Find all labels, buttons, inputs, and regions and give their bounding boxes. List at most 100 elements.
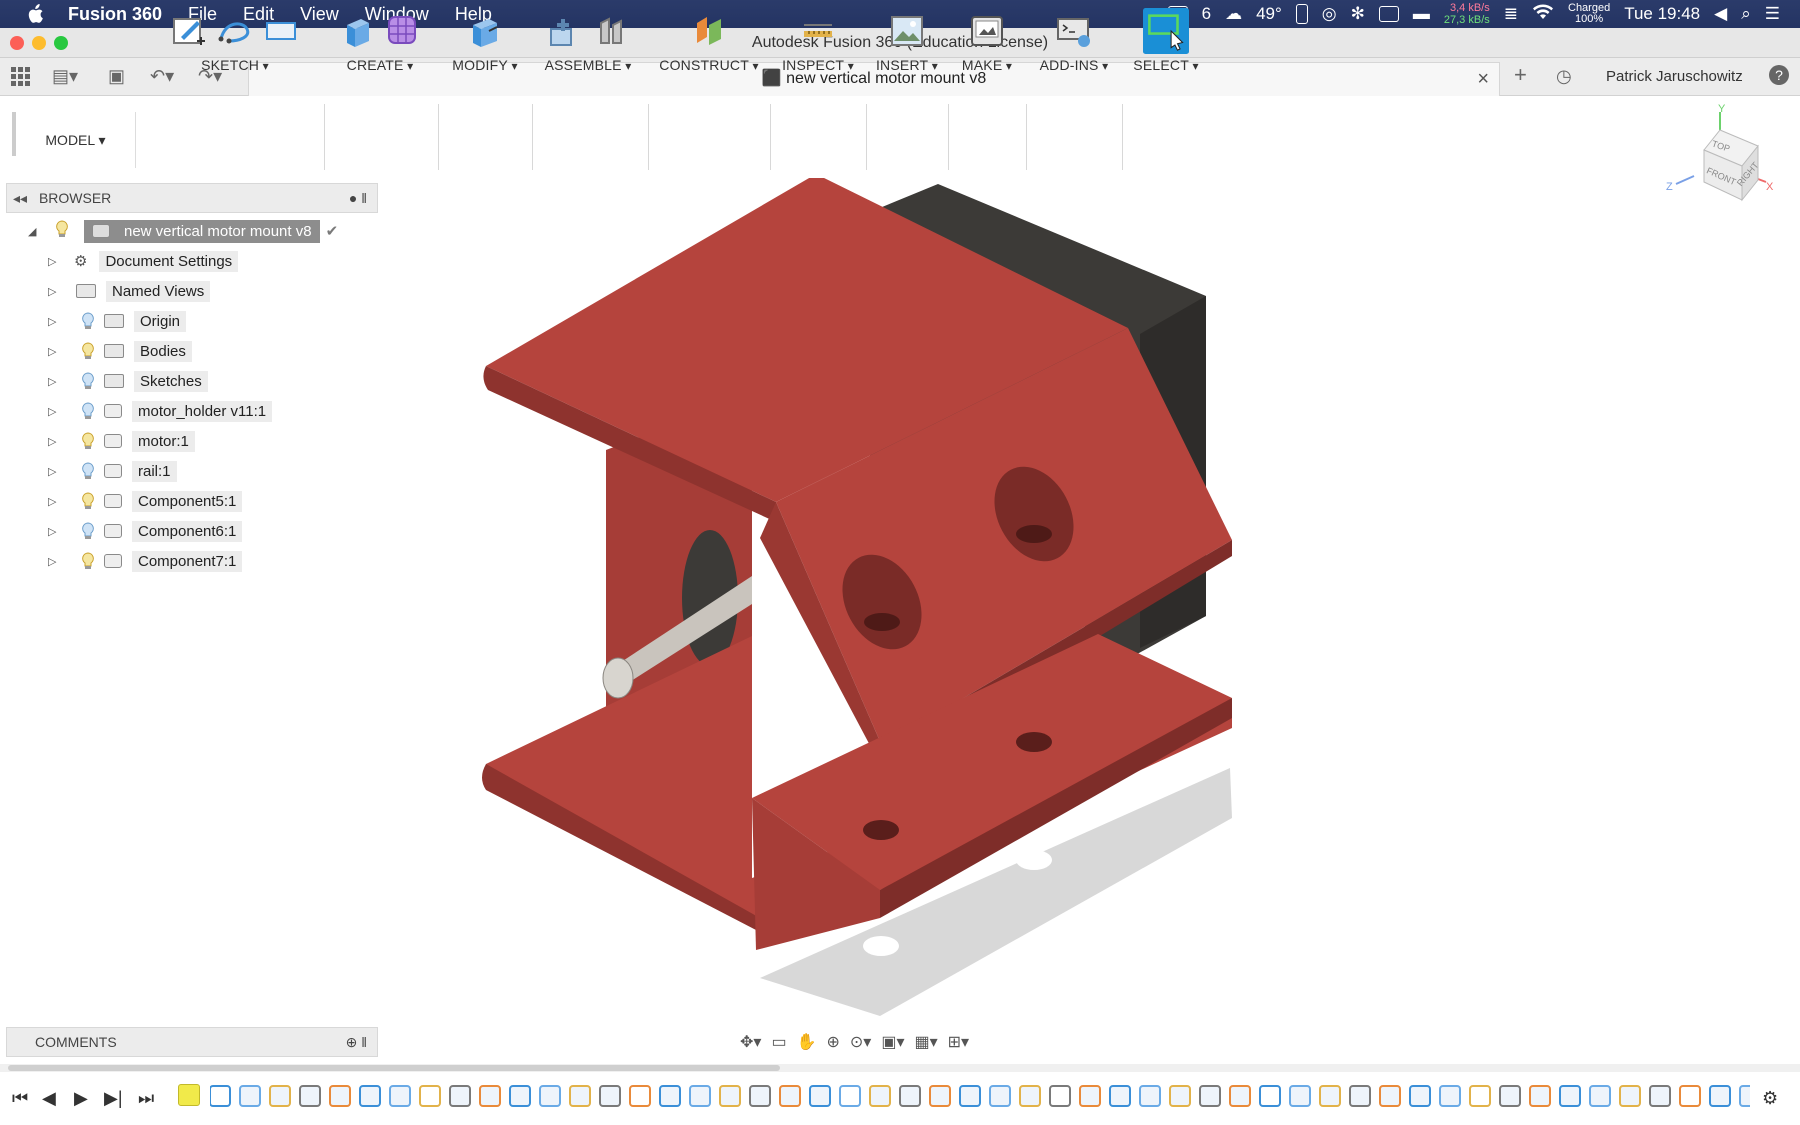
- timeline-feature-icon[interactable]: [1079, 1085, 1101, 1107]
- look-at-icon[interactable]: ▭: [771, 1032, 786, 1052]
- assemble-group[interactable]: ASSEMBLE: [538, 6, 638, 82]
- expand-arrow-icon[interactable]: ▷: [48, 375, 62, 388]
- apple-icon[interactable]: [24, 3, 46, 25]
- timeline-feature-icon[interactable]: [359, 1085, 381, 1107]
- expand-arrow-icon[interactable]: ▷: [48, 435, 62, 448]
- drive-icon[interactable]: ▬: [1413, 4, 1430, 24]
- expand-arrow-icon[interactable]: ▷: [48, 285, 62, 298]
- collapse-panel-icon[interactable]: ◂◂: [13, 190, 27, 206]
- expand-arrow-icon[interactable]: ▷: [48, 465, 62, 478]
- select-icon[interactable]: [1142, 8, 1190, 54]
- timeline-feature-icon[interactable]: [689, 1085, 711, 1107]
- timeline-feature-icon[interactable]: [839, 1085, 861, 1107]
- timeline-feature-icon[interactable]: [1199, 1085, 1221, 1107]
- add-comment-icon[interactable]: ⊕ ‖: [346, 1028, 367, 1056]
- 3d-viewport[interactable]: [0, 178, 1800, 1030]
- zoom-window-button[interactable]: [54, 36, 68, 50]
- timeline-feature-icon[interactable]: [1379, 1085, 1401, 1107]
- expand-arrow-icon[interactable]: ▷: [48, 495, 62, 508]
- construct-group[interactable]: CONSTRUCT: [654, 6, 764, 82]
- timeline-feature-icon[interactable]: [869, 1085, 891, 1107]
- visibility-bulb-icon[interactable]: [80, 372, 96, 390]
- timeline-feature-icon[interactable]: [210, 1085, 231, 1107]
- battery-status[interactable]: Charged 100%: [1568, 3, 1610, 25]
- browser-item-bodies[interactable]: ▷ Bodies: [48, 338, 192, 364]
- browser-item-origin[interactable]: ▷ Origin: [48, 308, 187, 334]
- timeline-feature-icon[interactable]: [779, 1085, 801, 1107]
- browser-item-component7[interactable]: ▷ Component7:1: [48, 548, 243, 574]
- press-pull-icon[interactable]: [467, 13, 503, 49]
- timeline-feature-icon[interactable]: [1619, 1085, 1641, 1107]
- timeline-feature-icon[interactable]: [1169, 1085, 1191, 1107]
- timeline-feature-icon[interactable]: [269, 1085, 291, 1107]
- timeline-feature-icon[interactable]: [539, 1085, 561, 1107]
- timeline-feature-icon[interactable]: [1409, 1085, 1431, 1107]
- comments-panel[interactable]: COMMENTS ⊕ ‖: [6, 1027, 378, 1057]
- extrude-icon[interactable]: [339, 13, 375, 49]
- timeline-feature-icon[interactable]: [989, 1085, 1011, 1107]
- timeline-feature-icon[interactable]: [1529, 1085, 1551, 1107]
- timeline-feature-icon[interactable]: [1259, 1085, 1281, 1107]
- go-to-start-icon[interactable]: ⏮: [12, 1088, 28, 1109]
- insert-image-icon[interactable]: [889, 13, 925, 49]
- browser-item-motor-holder[interactable]: ▷ motor_holder v11:1: [48, 398, 273, 424]
- horizontal-scrollbar[interactable]: [0, 1064, 1800, 1072]
- timeline-feature-icon[interactable]: [1649, 1085, 1671, 1107]
- timeline-feature-icon[interactable]: [1679, 1085, 1701, 1107]
- timeline-feature-icon[interactable]: [719, 1085, 741, 1107]
- timeline-feature-icon[interactable]: [329, 1085, 351, 1107]
- timeline-feature-icon[interactable]: [239, 1085, 261, 1107]
- wifi-icon[interactable]: [1532, 4, 1554, 25]
- scripts-addins-icon[interactable]: [1056, 13, 1092, 49]
- timeline-settings-icon[interactable]: ⚙: [1762, 1088, 1778, 1109]
- timeline-feature-icon[interactable]: [1499, 1085, 1521, 1107]
- timeline-feature-icon[interactable]: [1319, 1085, 1341, 1107]
- timeline-feature-icon[interactable]: [1709, 1085, 1731, 1107]
- rectangle-icon[interactable]: [263, 13, 299, 49]
- modify-group[interactable]: MODIFY: [444, 6, 526, 82]
- browser-item-document-settings[interactable]: ▷ ⚙ Document Settings: [48, 248, 239, 274]
- browser-item-component5[interactable]: ▷ Component5:1: [48, 488, 243, 514]
- rail-hole[interactable]: [1016, 732, 1052, 752]
- timeline-marker-icon[interactable]: [178, 1084, 200, 1106]
- create-sketch-icon[interactable]: [171, 13, 207, 49]
- app-menu[interactable]: Fusion 360: [68, 4, 162, 25]
- timeline-feature-icon[interactable]: [1469, 1085, 1491, 1107]
- expand-arrow-icon[interactable]: ▷: [48, 405, 62, 418]
- timeline-feature-icon[interactable]: [749, 1085, 771, 1107]
- timeline-feature-icon[interactable]: [1739, 1085, 1750, 1107]
- form-icon[interactable]: [385, 13, 421, 49]
- add-ins-group[interactable]: ADD-INS: [1032, 6, 1116, 82]
- timeline-feature-icon[interactable]: [929, 1085, 951, 1107]
- zoom-window-icon[interactable]: ⊙▾: [850, 1032, 871, 1052]
- minimize-window-button[interactable]: [32, 36, 46, 50]
- insert-group[interactable]: INSERT: [872, 6, 942, 82]
- timeline-feature-icon[interactable]: [959, 1085, 981, 1107]
- close-tab-icon[interactable]: ×: [1477, 63, 1489, 95]
- expand-arrow-icon[interactable]: ▷: [48, 345, 62, 358]
- temperature[interactable]: 49°: [1256, 4, 1282, 24]
- notification-center-icon[interactable]: ☰: [1765, 4, 1780, 24]
- visibility-bulb-icon[interactable]: [54, 220, 78, 242]
- inspect-group[interactable]: INSPECT: [776, 6, 860, 82]
- timeline-feature-icon[interactable]: [419, 1085, 441, 1107]
- timeline-feature-icon[interactable]: [1289, 1085, 1311, 1107]
- file-menu-icon[interactable]: ▤▾: [52, 66, 78, 87]
- expand-arrow-icon[interactable]: ▷: [48, 555, 62, 568]
- timeline-feature-icon[interactable]: [899, 1085, 921, 1107]
- visibility-bulb-icon[interactable]: [80, 462, 96, 480]
- visibility-bulb-icon[interactable]: [80, 342, 96, 360]
- new-tab-icon[interactable]: +: [1514, 62, 1527, 88]
- timeline-feature-icon[interactable]: [389, 1085, 411, 1107]
- volume-icon[interactable]: ◀: [1714, 4, 1727, 24]
- orbit-icon[interactable]: ✥▾: [740, 1032, 761, 1052]
- play-icon[interactable]: ▶: [74, 1088, 88, 1109]
- network-speed[interactable]: 3,4 kB/s 27,3 kB/s: [1444, 2, 1490, 26]
- stats-icon[interactable]: ≣: [1504, 4, 1518, 24]
- display-settings-icon[interactable]: ▣▾: [881, 1032, 904, 1052]
- sketch-group[interactable]: SKETCH: [160, 6, 310, 82]
- timeline-feature-icon[interactable]: [659, 1085, 681, 1107]
- timeline-feature-icon[interactable]: [1109, 1085, 1131, 1107]
- user-name[interactable]: Patrick Jaruschowitz: [1606, 68, 1743, 85]
- visibility-bulb-icon[interactable]: [80, 492, 96, 510]
